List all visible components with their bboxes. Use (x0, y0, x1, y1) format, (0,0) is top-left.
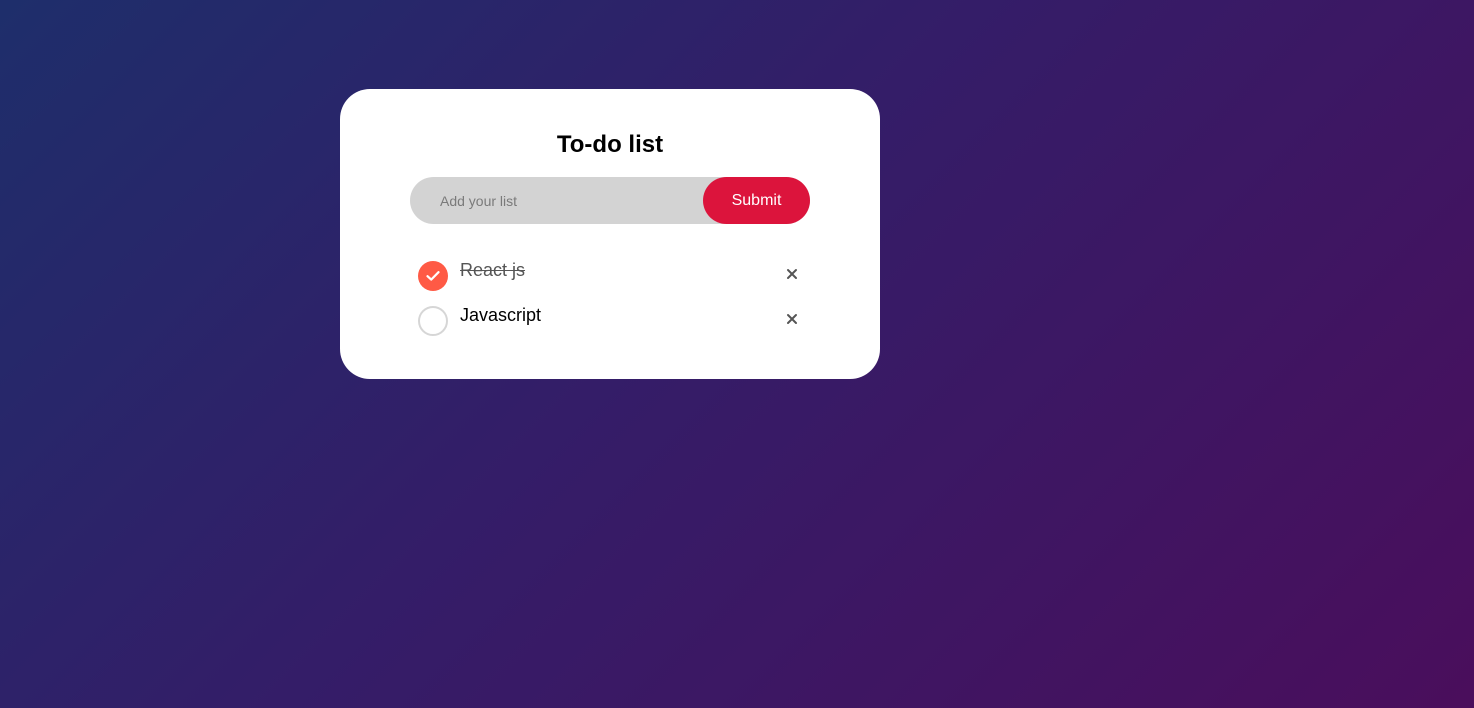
todo-text: React js (460, 260, 526, 280)
todo-item: Javascript (418, 294, 810, 339)
empty-circle-icon[interactable] (418, 306, 448, 336)
page-title: To-do list (556, 131, 664, 158)
todo-item: React js (418, 249, 810, 294)
todo-input[interactable] (440, 177, 690, 224)
submit-button[interactable]: Submit (703, 177, 810, 224)
check-icon[interactable] (418, 261, 448, 291)
todo-card: To-do list Submit React js Javascript (340, 89, 880, 379)
add-todo-form: Submit (410, 177, 810, 224)
close-icon[interactable] (782, 309, 802, 329)
todo-text: Javascript (460, 305, 542, 325)
close-icon[interactable] (782, 264, 802, 284)
todo-list: React js Javascript (418, 249, 810, 339)
